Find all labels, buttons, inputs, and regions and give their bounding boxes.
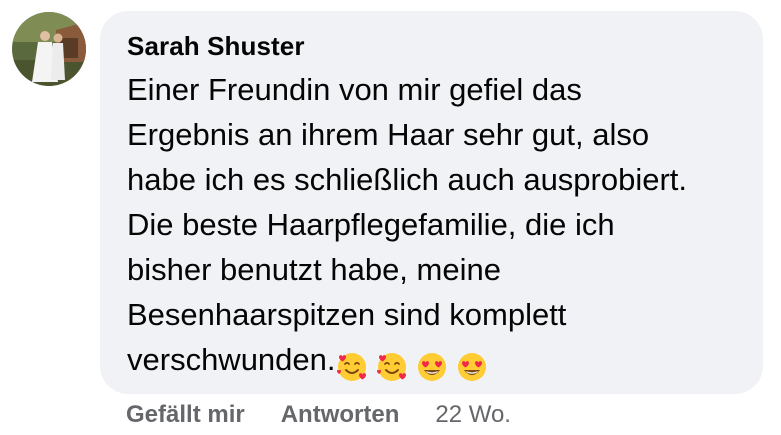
avatar-photo [12,12,86,86]
heart-eyes-icon [417,352,446,381]
comment-body: Einer Freundin von mir gefiel das Ergebn… [127,67,747,387]
comment-text: Einer Freundin von mir gefiel das Ergebn… [127,72,688,377]
heart-eyes-icon [457,352,486,381]
avatar[interactable] [12,12,86,86]
smiling-face-with-hearts-icon [336,352,366,381]
emoji-group [336,342,496,387]
smiling-face-with-hearts-icon [376,352,406,381]
comment-timestamp[interactable]: 22 Wo. [435,398,511,432]
comment-bubble: Sarah Shuster Einer Freundin von mir gef… [100,11,763,394]
like-button[interactable]: Gefällt mir [126,398,245,432]
comment-actions: Gefällt mir Antworten 22 Wo. [126,398,511,432]
comment-author[interactable]: Sarah Shuster [127,29,739,63]
reply-button[interactable]: Antworten [281,398,400,432]
